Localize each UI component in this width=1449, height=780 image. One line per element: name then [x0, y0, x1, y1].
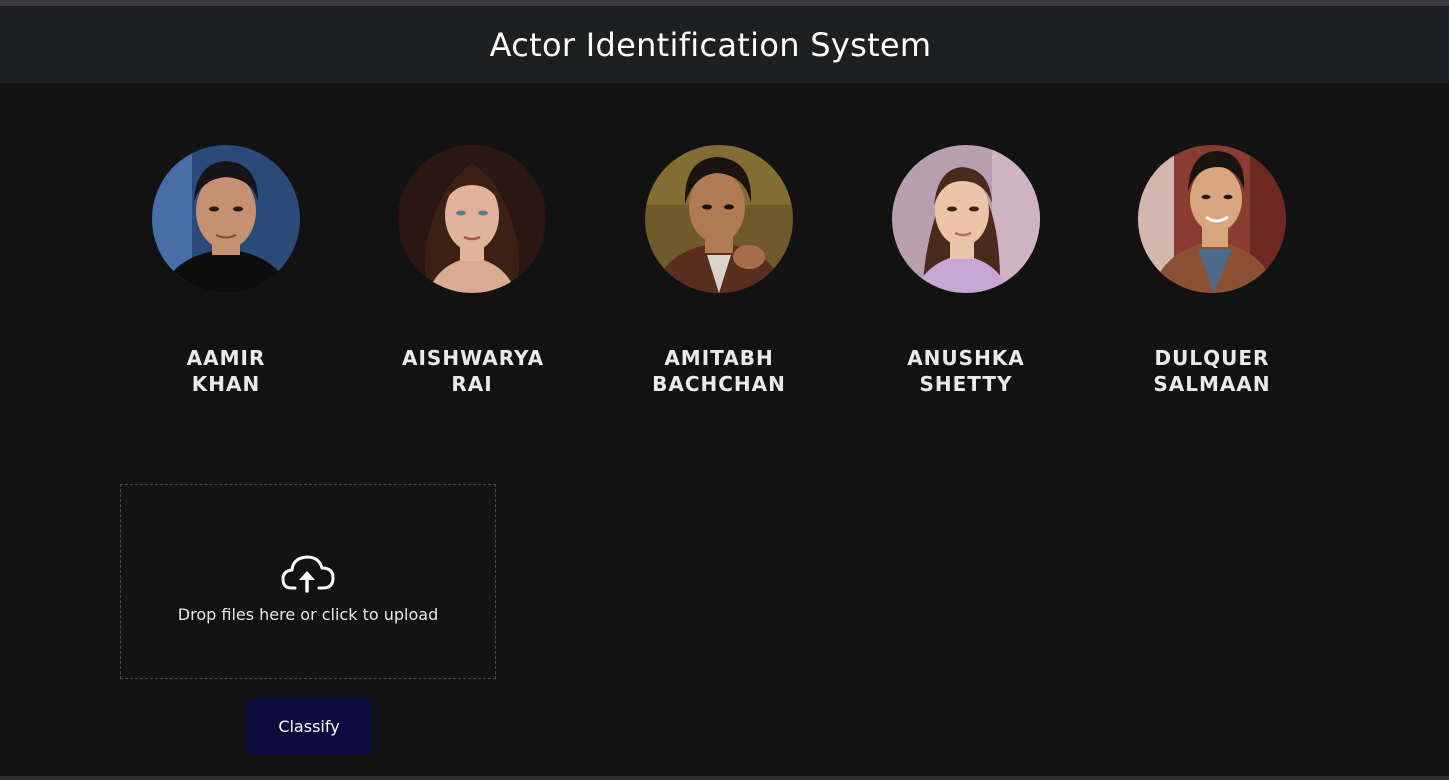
actor-name: AMITABH BACHCHAN [652, 346, 786, 396]
actor-portrait [152, 145, 300, 293]
window-bottom-strip [0, 776, 1449, 780]
portrait-image [892, 145, 1040, 293]
actor-portrait [1138, 145, 1286, 293]
portrait-image [398, 145, 546, 293]
file-dropzone[interactable]: Drop files here or click to upload [120, 484, 496, 679]
actor-card: AISHWARYA RAI [382, 145, 562, 397]
actor-portrait [398, 145, 546, 293]
actor-card: DULQUER SALMAAN [1122, 145, 1302, 397]
actor-portrait [892, 145, 1040, 293]
classify-button[interactable]: Classify [246, 698, 372, 755]
actor-name: AAMIR KHAN [186, 346, 266, 396]
portrait-image [1138, 145, 1286, 293]
dropzone-text: Drop files here or click to upload [177, 604, 439, 624]
portrait-image [152, 145, 300, 293]
cloud-upload-icon [281, 554, 335, 599]
portrait-image [645, 145, 793, 293]
actor-card: AMITABH BACHCHAN [629, 145, 809, 397]
actor-name: ANUSHKA SHETTY [907, 346, 1025, 396]
actor-name: AISHWARYA RAI [402, 346, 545, 396]
actor-portrait [645, 145, 793, 293]
actor-card: ANUSHKA SHETTY [876, 145, 1056, 397]
page-title: Actor Identification System [489, 25, 932, 64]
app-header: Actor Identification System [0, 6, 1449, 83]
actor-name: DULQUER SALMAAN [1153, 346, 1271, 396]
actor-card: AAMIR KHAN [136, 145, 316, 397]
